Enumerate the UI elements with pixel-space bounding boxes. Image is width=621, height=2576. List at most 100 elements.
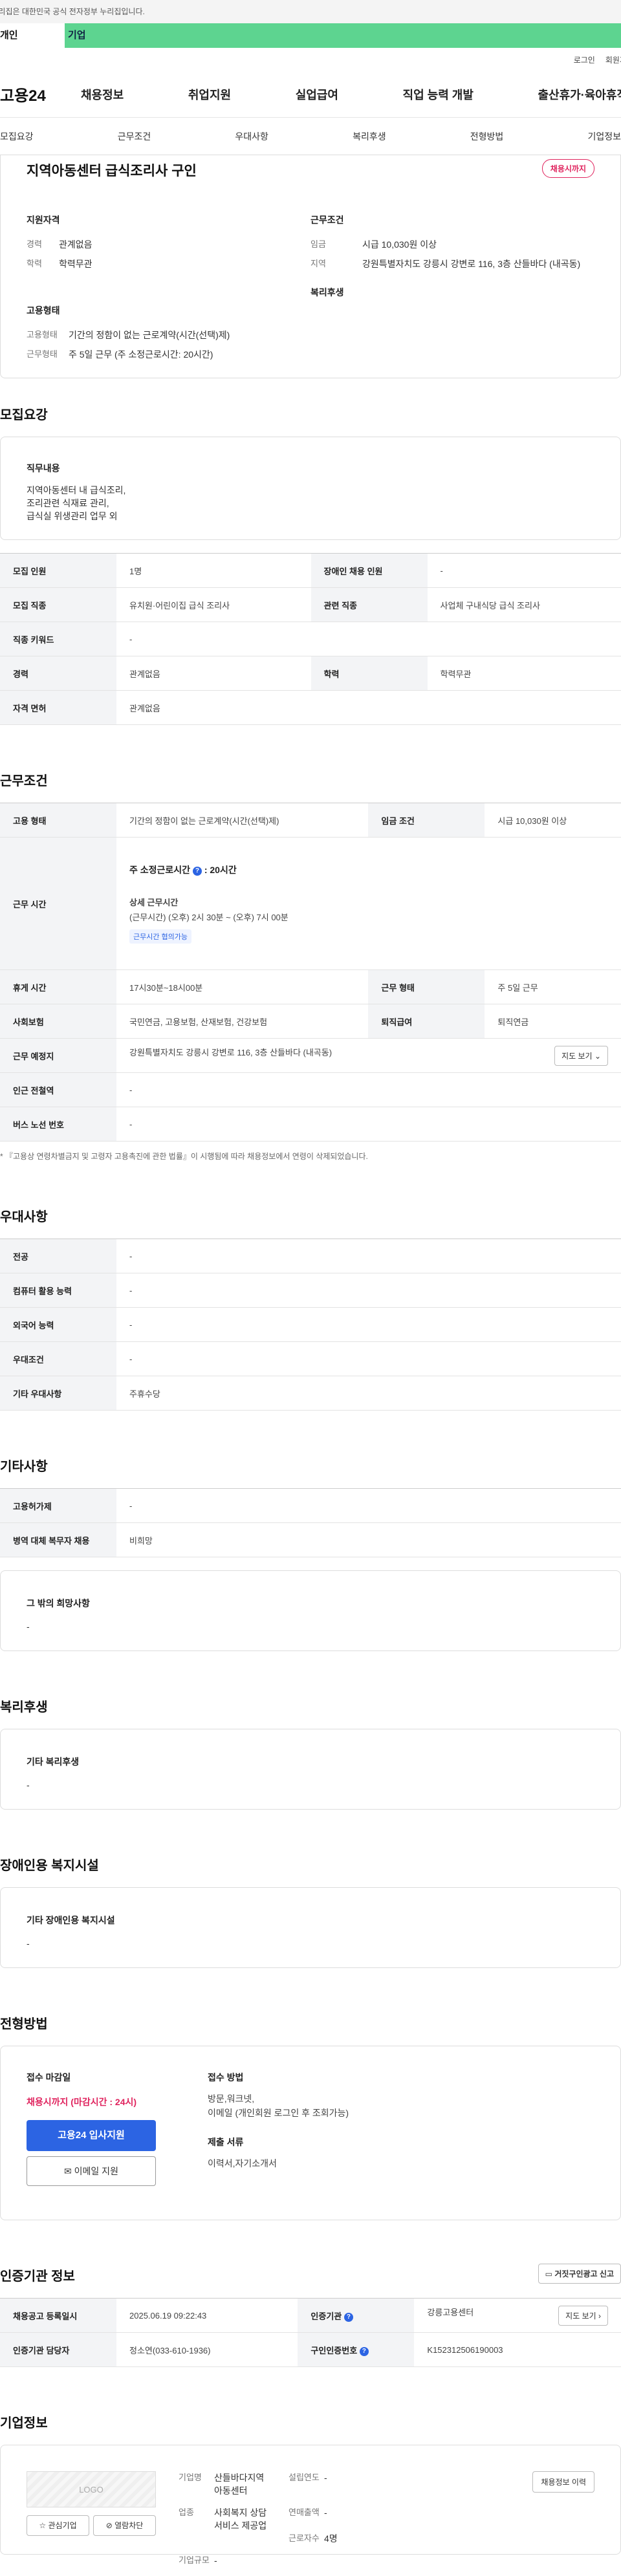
help-icon[interactable]: ? <box>360 2347 369 2356</box>
section-nav-pref[interactable]: 우대사항 <box>235 130 268 143</box>
cell-value: 학력무관 <box>428 656 621 691</box>
map-button[interactable]: 지도 보기 ⌄ <box>554 1046 608 1066</box>
cell-key: 장애인 채용 인원 <box>311 554 428 588</box>
duty-text: 지역아동센터 내 급식조리, 조리관련 식재료 관리, 급식실 위생관리 업무 … <box>27 484 594 523</box>
company-value: 사회복지 상담서비스 제공업 <box>214 2506 272 2545</box>
cert-agency-value: 강릉고용센터 <box>427 2308 474 2317</box>
hours-value: : 20시간 <box>204 865 237 875</box>
cell-value: - <box>116 1239 621 1273</box>
table-row: 사회보험 국민연금, 고용보험, 산재보험, 건강보험 퇴직급여 퇴직연금 <box>0 1004 621 1039</box>
qual-value: 학력무관 <box>59 257 93 270</box>
table-row: 버스 노선 번호 - <box>0 1107 621 1142</box>
company-info-grid: 기업명 산들바다지역아동센터 설립연도 - 업종 사회복지 상담서비스 제공업 … <box>179 2471 450 2576</box>
signup-link[interactable]: 회원가입 <box>605 54 621 65</box>
etc-section-title: 기타사항 <box>0 1456 621 1474</box>
qual-value: 관계없음 <box>59 238 93 251</box>
history-button[interactable]: 채용정보 이력 <box>532 2471 594 2493</box>
cert-title-text: 인증기관 정보 <box>0 2269 75 2284</box>
site-logo[interactable]: 고용24 <box>0 83 81 105</box>
table-row: 외국어 능력- <box>0 1308 621 1342</box>
deadline-badge: 채용시까지 <box>542 159 594 178</box>
welfare-heading: 복리후생 <box>310 286 594 299</box>
place-cell: 강원특별자치도 강릉시 강변로 116, 3층 산들바다 (내곡동)지도 보기 … <box>116 1039 621 1073</box>
section-nav-selection[interactable]: 전형방법 <box>470 130 504 143</box>
apply-button[interactable]: 고용24 입사지원 <box>27 2120 156 2151</box>
report-button-label: 거짓구인광고 신고 <box>554 2269 614 2278</box>
cell-value: 강릉고용센터 지도 보기 › <box>414 2299 621 2333</box>
cell-key: 자격 면허 <box>0 691 116 725</box>
cell-value: - <box>116 622 621 656</box>
favorite-company-button[interactable]: ☆ 관심기업 <box>27 2515 89 2536</box>
table-row: 고용허가제- <box>0 1489 621 1523</box>
gnb-item-unemployment-benefit[interactable]: 실업급여 <box>296 86 338 103</box>
table-row: 전공- <box>0 1239 621 1273</box>
company-value: - <box>324 2471 327 2497</box>
block-label: 열람차단 <box>114 2521 143 2530</box>
cell-key: 기타 우대사항 <box>0 1376 116 1411</box>
cell-key: 모집 직종 <box>0 588 116 622</box>
table-row: 인근 전철역 - <box>0 1073 621 1107</box>
help-icon[interactable]: ? <box>344 2313 353 2322</box>
cond-key: 임금 <box>310 238 362 251</box>
cell-value: - <box>428 554 621 588</box>
cell-key: 외국어 능력 <box>0 1308 116 1342</box>
recruit-table: 모집 인원 1명 장애인 채용 인원 - 모집 직종 유치원·어린이집 급식 조… <box>0 553 621 725</box>
cell-value: 기간의 정함이 없는 근로계약(시간(선택)제) <box>116 803 368 838</box>
cond-value: 시급 10,030원 이상 <box>362 238 437 251</box>
favorite-label: 관심기업 <box>48 2521 76 2530</box>
section-nav-company[interactable]: 기업정보 <box>587 130 621 143</box>
emp-row: 고용형태기간의 정함이 없는 근로계약(시간(선택)제) <box>27 329 310 341</box>
table-row: 컴퓨터 활용 능력- <box>0 1273 621 1308</box>
gnb-item-vocational-training[interactable]: 직업 능력 개발 <box>403 86 474 103</box>
user-type-tabs: 개인 기업 <box>0 23 621 48</box>
cell-value: - <box>116 1273 621 1308</box>
cell-key: 휴게 시간 <box>0 970 116 1004</box>
table-row: 모집 인원 1명 장애인 채용 인원 - <box>0 554 621 588</box>
gnb-item-jobs[interactable]: 채용정보 <box>81 86 124 103</box>
star-icon: ☆ <box>39 2521 46 2530</box>
section-nav-work[interactable]: 근무조건 <box>118 130 151 143</box>
section-nav-recruit[interactable]: 모집요강 <box>0 130 34 143</box>
gnb-item-employment-support[interactable]: 취업지원 <box>188 86 231 103</box>
map-button[interactable]: 지도 보기 › <box>558 2306 608 2326</box>
table-row: 모집 직종 유치원·어린이집 급식 조리사 관련 직종 사업체 구내식당 급식 … <box>0 588 621 622</box>
table-row: 인증기관 담당자 정소연(033-610-1936) 구인인증번호 ? K152… <box>0 2333 621 2367</box>
gov-banner: 이 누리집은 대한민국 공식 전자정부 누리집입니다. <box>0 0 621 23</box>
gnb-item-parental-leave[interactable]: 출산휴가·육아휴직 <box>538 86 621 103</box>
method-heading: 접수 방법 <box>208 2071 466 2084</box>
emp-value: 기간의 정함이 없는 근로계약(시간(선택)제) <box>69 329 230 341</box>
login-link[interactable]: 로그인 <box>574 54 595 65</box>
apply-left: 접수 마감일 채용시까지 (마감시간 : 24시) 고용24 입사지원 ✉ 이메… <box>27 2071 156 2186</box>
qual-key: 경력 <box>27 238 59 251</box>
table-row: 근무 시간 주 소정근로시간 ? : 20시간 상세 근무시간 (근무시간) (… <box>0 838 621 970</box>
cell-key: 학력 <box>311 656 428 691</box>
age-note: * 『고용상 연령차별금지 및 고령자 고용촉진에 관한 법률』이 시행됨에 따… <box>0 1151 621 1161</box>
tab-company[interactable]: 기업 <box>65 23 621 48</box>
cell-value: 비희망 <box>116 1523 621 1557</box>
cell-value: 시급 10,030원 이상 <box>485 803 621 838</box>
cell-key: 병역 대체 복무자 채용 <box>0 1523 116 1557</box>
block-view-button[interactable]: ⊘ 열람차단 <box>93 2515 156 2536</box>
tab-personal[interactable]: 개인 <box>0 23 65 48</box>
email-apply-label: 이메일 지원 <box>74 2166 118 2176</box>
report-fake-ad-button[interactable]: ▭ 거짓구인광고 신고 <box>538 2264 621 2284</box>
email-apply-button[interactable]: ✉ 이메일 지원 <box>27 2156 156 2186</box>
global-nav: 고용24 채용정보 취업지원 실업급여 직업 능력 개발 출산휴가·육아휴직 <box>0 71 621 118</box>
cell-value: 정소연(033-610-1936) <box>116 2333 298 2367</box>
cell-key: 사회보험 <box>0 1004 116 1039</box>
cell-value: - <box>116 1489 621 1523</box>
summary-right: 근무조건 임금시급 10,030원 이상 지역강원특별자치도 강릉시 강변로 1… <box>310 213 594 367</box>
section-nav-welfare[interactable]: 복리후생 <box>353 130 386 143</box>
cond-row: 지역강원특별자치도 강릉시 강변로 116, 3층 산들바다 (내곡동) <box>310 257 594 270</box>
company-key: 기업명 <box>179 2471 214 2497</box>
table-row: 기타 우대사항주휴수당 <box>0 1376 621 1411</box>
help-icon[interactable]: ? <box>193 867 202 876</box>
pref-table: 전공- 컴퓨터 활용 능력- 외국어 능력- 우대조건- 기타 우대사항주휴수당 <box>0 1239 621 1411</box>
hours-title-text: 주 소정근로시간 <box>129 865 190 875</box>
table-row: 경력 관계없음 학력 학력무관 <box>0 656 621 691</box>
disabled-section-title: 장애인용 복지시설 <box>0 1855 621 1873</box>
cert-section-title: 인증기관 정보 ▭ 거짓구인광고 신고 <box>0 2266 621 2284</box>
cell-value: 퇴직연금 <box>485 1004 621 1039</box>
gnb-menu: 채용정보 취업지원 실업급여 직업 능력 개발 출산휴가·육아휴직 <box>81 86 621 103</box>
qual-row: 경력관계없음 <box>27 238 310 251</box>
